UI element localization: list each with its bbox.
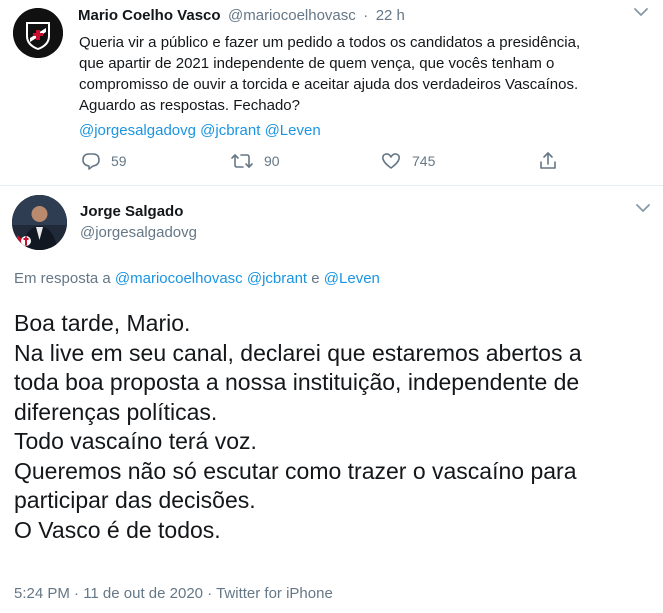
separator: ·	[363, 7, 369, 24]
tweet-body: Queria vir a público e fazer um pedido a…	[79, 32, 654, 141]
mention-link[interactable]: @Leven	[265, 122, 321, 139]
heart-icon	[382, 153, 400, 169]
chevron-down-icon	[636, 204, 650, 212]
reply-action[interactable]: 59	[81, 151, 127, 171]
avatar-mario[interactable]	[13, 8, 63, 58]
author-name[interactable]: Mario Coelho Vasco	[78, 7, 221, 24]
mention-link[interactable]: @jcbrant	[200, 122, 260, 139]
share-action[interactable]	[538, 151, 558, 171]
reply-line: Na live em seu canal, declarei que estar…	[14, 339, 582, 366]
reply-line: Boa tarde, Mario.	[14, 310, 191, 336]
tweet-line: Queria vir a público e fazer um pedido a…	[79, 34, 581, 51]
chevron-down-icon	[634, 8, 648, 16]
mention-link[interactable]: @jcbrant	[247, 270, 307, 287]
tweet-menu-chevron[interactable]	[634, 7, 648, 17]
reply-line: participar das decisões.	[14, 487, 256, 513]
author-handle[interactable]: @jorgesalgadovg	[80, 224, 197, 241]
tweet-timestamp[interactable]: 5:24 PM · 11 de out de 2020 · Twitter fo…	[14, 585, 333, 602]
like-action[interactable]: 745	[381, 151, 435, 171]
reply-count: 59	[111, 153, 127, 169]
share-icon	[540, 152, 556, 169]
tweet-line: Aguardo as respostas. Fechado?	[79, 97, 300, 114]
reply-line: O Vasco é de todos.	[14, 516, 221, 543]
retweet-action[interactable]: 90	[230, 151, 280, 171]
tweet-line: que apartir de 2021 independente de quem…	[79, 55, 555, 72]
reply-context: Em resposta a @mariocoelhovasc @jcbrant …	[14, 270, 380, 287]
reply-line: toda boa proposta a nossa instituição, i…	[14, 369, 580, 395]
reply-line: diferenças políticas.	[14, 398, 218, 425]
retweet-icon	[231, 154, 253, 168]
reply-line: Queremos não só escutar como trazer o va…	[14, 457, 577, 484]
reply-line: Todo vascaíno terá voz.	[14, 428, 257, 454]
vasco-crest-icon	[13, 8, 63, 58]
mention-link[interactable]: @mariocoelhovasc	[115, 270, 243, 287]
retweet-count: 90	[264, 153, 280, 169]
tweet-divider	[0, 185, 663, 186]
tweet-time[interactable]: 22 h	[376, 7, 405, 24]
like-count: 745	[412, 153, 436, 169]
reply-body: Boa tarde, Mario. Na live em seu canal, …	[14, 309, 659, 545]
author-handle[interactable]: @mariocoelhovasc	[228, 7, 356, 24]
author-name[interactable]: Jorge Salgado	[80, 203, 183, 220]
reply-prefix: Em resposta a	[14, 270, 111, 287]
reply-conjunction: e	[311, 270, 320, 287]
reply-icon	[82, 153, 100, 170]
profile-photo-icon	[12, 195, 67, 250]
tweet-line: compromisso de ouvir a torcida e aceitar…	[79, 76, 579, 93]
mention-link[interactable]: @jorgesalgadovg	[79, 122, 196, 139]
avatar-jorge[interactable]	[12, 195, 67, 250]
mention-link[interactable]: @Leven	[324, 270, 380, 287]
tweet-menu-chevron[interactable]	[636, 203, 650, 213]
